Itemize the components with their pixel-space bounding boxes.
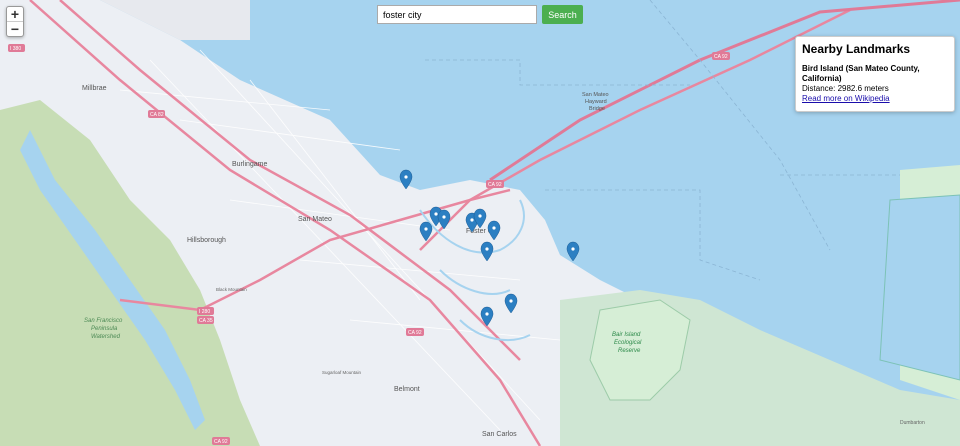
label-belmont: Belmont — [394, 386, 420, 393]
label-watershed-3: Watershed — [91, 334, 121, 340]
shield-ca35: CA 35 — [199, 318, 213, 324]
label-watershed-1: San Francisco — [84, 318, 123, 324]
label-bridge-1: San Mateo — [582, 92, 609, 98]
label-reserve-1: Bair Island — [612, 332, 641, 338]
shield-ca82: CA 82 — [150, 112, 164, 118]
wikipedia-link[interactable]: Read more on Wikipedia — [802, 94, 948, 104]
zoom-out-button[interactable]: − — [7, 22, 23, 36]
label-reserve-3: Reserve — [618, 348, 641, 354]
label-millbrae: Millbrae — [82, 85, 107, 92]
zoom-in-button[interactable]: + — [7, 7, 23, 22]
nearby-landmarks-panel: Nearby Landmarks Bird Island (San Mateo … — [795, 36, 955, 112]
label-dumbarton: Dumbarton — [900, 420, 925, 426]
label-burlingame: Burlingame — [232, 161, 268, 168]
label-reserve-2: Ecological — [614, 340, 642, 346]
label-sugarloaf: Sugarloaf Mountain — [322, 370, 362, 375]
label-watershed-2: Peninsula — [91, 326, 118, 332]
label-black-mountain: Black Mountain — [216, 287, 247, 292]
landmark-name: Bird Island (San Mateo County, Californi… — [802, 64, 920, 83]
landmark-distance: Distance: 2982.6 meters — [802, 84, 889, 93]
zoom-control: + − — [6, 6, 24, 37]
panel-title: Nearby Landmarks — [802, 42, 911, 56]
search-input[interactable] — [377, 5, 537, 24]
shield-ca92-3: CA 92 — [408, 330, 422, 336]
label-bridge-2: Hayward — [585, 99, 607, 105]
search-button[interactable]: Search — [542, 5, 583, 24]
label-hillsborough: Hillsborough — [187, 237, 226, 244]
shield-ca92-2: CA 92 — [488, 182, 502, 188]
label-san-mateo: San Mateo — [298, 216, 332, 223]
label-bridge-3: Bridge — [589, 106, 605, 112]
shield-i280: I 280 — [199, 309, 210, 315]
east-salt-ponds — [879, 194, 960, 381]
shield-ca92-4: CA 92 — [214, 439, 228, 445]
shield-i380: I 380 — [10, 46, 21, 52]
label-san-carlos: San Carlos — [482, 431, 517, 438]
shield-ca92-1: CA 92 — [714, 54, 728, 60]
